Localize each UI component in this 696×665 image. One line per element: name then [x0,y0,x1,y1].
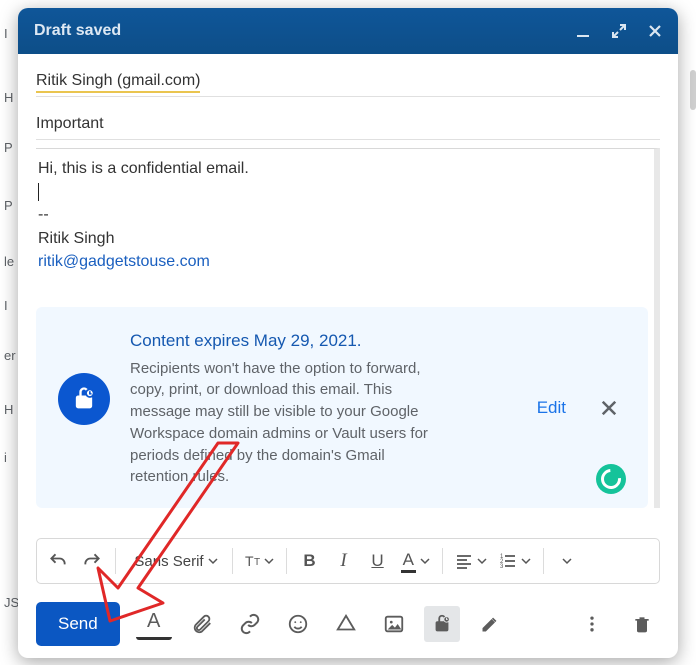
list-button[interactable]: 123 [495,546,535,576]
confidential-close-button[interactable] [596,395,622,421]
text-color-button[interactable]: A [397,546,434,576]
compose-title: Draft saved [34,22,574,40]
body-line: Hi, this is a confidential email. [38,157,648,180]
background-sidebar: I H P P le I er H i JS [0,0,18,665]
subject-field[interactable]: Important [36,115,660,140]
recipient-chip[interactable]: Ritik Singh (gmail.com) [36,72,200,93]
confidential-edit-button[interactable]: Edit [537,398,566,418]
bold-button[interactable]: B [295,546,325,576]
formatting-options-button[interactable]: A [136,608,172,640]
confidential-title: Content expires May 29, 2021. [130,329,430,354]
font-family-select[interactable]: Sans Serif [124,546,224,576]
svg-text:3: 3 [500,564,504,570]
insert-image-button[interactable] [376,606,412,642]
bottom-toolbar: Send A [36,598,660,650]
attach-file-button[interactable] [184,606,220,642]
compose-header: Draft saved [18,8,678,54]
italic-button[interactable]: I [329,546,359,576]
insert-signature-button[interactable] [472,606,508,642]
align-button[interactable] [451,546,491,576]
insert-emoji-button[interactable] [280,606,316,642]
font-size-select[interactable]: TT [241,546,278,576]
send-button[interactable]: Send [36,602,120,646]
more-options-button[interactable] [574,606,610,642]
message-body[interactable]: Hi, this is a confidential email. -- Rit… [36,148,660,508]
confidential-desc: Recipients won't have the option to forw… [130,358,430,489]
insert-drive-button[interactable] [328,606,364,642]
signature-name: Ritik Singh [38,227,648,250]
recipients-field[interactable]: Ritik Singh (gmail.com) [36,72,660,97]
text-cursor [38,183,39,201]
undo-button[interactable] [43,546,73,576]
underline-button[interactable]: U [363,546,393,576]
signature-email[interactable]: ritik@gadgetstouse.com [38,250,648,273]
minimize-icon[interactable] [574,22,592,40]
scrollbar-hint [690,70,696,110]
subject-text: Important [36,115,104,132]
signature-separator: -- [38,203,648,226]
confidential-banner: Content expires May 29, 2021. Recipients… [36,307,648,508]
close-icon[interactable] [646,22,664,40]
discard-draft-button[interactable] [624,606,660,642]
compose-window: Draft saved Ritik Singh (gmail.com) Impo… [18,8,678,658]
insert-link-button[interactable] [232,606,268,642]
more-format-button[interactable] [552,546,582,576]
grammarly-icon[interactable] [596,464,626,494]
format-toolbar: Sans Serif TT B I U A 123 [36,538,660,584]
expand-icon[interactable] [610,22,628,40]
confidential-lock-icon [58,373,110,425]
confidential-mode-button[interactable] [424,606,460,642]
redo-button[interactable] [77,546,107,576]
